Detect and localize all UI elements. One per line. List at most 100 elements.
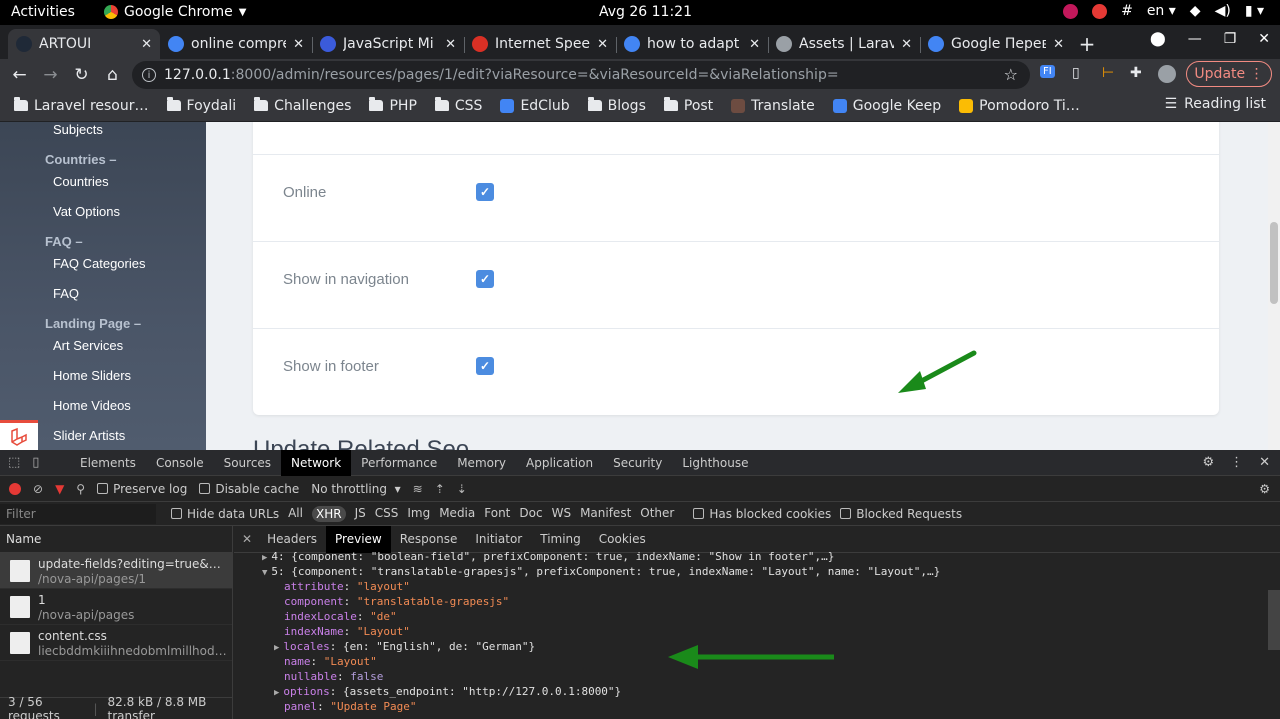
tab-close-icon[interactable]: ✕ — [141, 37, 152, 52]
devtools-tab[interactable]: Performance — [351, 450, 447, 476]
inspect-icon[interactable]: ⬚ — [8, 455, 20, 470]
app-menu[interactable]: Google Chrome ▼ — [104, 4, 246, 20]
page-scrollbar[interactable] — [1268, 122, 1280, 450]
resource-type-filter[interactable]: JS — [355, 506, 366, 522]
site-info-icon[interactable]: i — [142, 68, 156, 82]
resource-type-filter[interactable]: All — [288, 506, 303, 522]
devtools-close-icon[interactable]: ✕ — [1259, 455, 1270, 470]
browser-tab[interactable]: how to adapt j ✕ — [616, 29, 768, 59]
bookmark-item[interactable]: Post — [663, 97, 713, 114]
bookmark-item[interactable]: PHP — [369, 97, 417, 114]
json-preview-line[interactable]: panel: "Update Page" — [284, 699, 416, 714]
throttling-select[interactable]: No throttling ▾ — [311, 482, 400, 496]
json-preview-line[interactable]: name: "Layout" — [284, 654, 377, 669]
expand-triangle-icon[interactable]: ▼ — [262, 568, 267, 578]
field-checkbox[interactable]: ✓ — [476, 357, 494, 375]
json-preview-line[interactable]: nullable: false — [284, 669, 383, 684]
resource-type-filter[interactable]: Font — [484, 506, 510, 522]
activities-button[interactable]: Activities — [11, 4, 75, 20]
sidebar-item[interactable]: FAQ — [53, 286, 79, 301]
sidebar-item[interactable]: Countries — [53, 174, 109, 189]
resource-type-filter[interactable]: WS — [552, 506, 571, 522]
devtools-tab[interactable]: Lighthouse — [672, 450, 758, 476]
devtools-settings-icon[interactable]: ⚙ — [1202, 455, 1214, 470]
bookmark-item[interactable]: Blogs — [587, 97, 646, 114]
bookmark-item[interactable]: Translate — [731, 98, 815, 114]
tab-close-icon[interactable]: ✕ — [901, 37, 912, 52]
resource-type-filter[interactable]: XHR — [311, 505, 346, 522]
update-chrome-button[interactable]: Update ⋮ — [1186, 61, 1272, 87]
devtools-tab[interactable]: Network — [281, 449, 352, 476]
devtools-tab[interactable]: Security — [603, 450, 672, 476]
request-row[interactable]: 1/nova-api/pages — [0, 589, 232, 625]
sidebar-item[interactable]: Home Videos — [53, 398, 131, 413]
browser-tab[interactable]: ARTOUI ✕ — [8, 29, 160, 59]
sidebar-item[interactable]: Subjects — [53, 122, 103, 137]
sidebar-item[interactable]: Slider Artists — [53, 428, 125, 443]
close-detail-icon[interactable]: ✕ — [242, 532, 252, 546]
sidebar-item[interactable]: Vat Options — [53, 204, 120, 219]
name-column-header[interactable]: Name — [0, 526, 232, 553]
back-icon[interactable]: ← — [4, 65, 35, 85]
export-har-icon[interactable]: ⇣ — [457, 482, 467, 496]
devtools-tab[interactable]: Memory — [447, 450, 516, 476]
json-preview-line[interactable]: component: "translatable-grapesjs" — [284, 594, 509, 609]
sidebar-item[interactable]: Home Sliders — [53, 368, 131, 383]
json-preview-line[interactable]: indexLocale: "de" — [284, 609, 397, 624]
network-conditions-icon[interactable]: ≋ — [413, 482, 423, 496]
preserve-log-checkbox[interactable]: Preserve log — [97, 482, 187, 496]
devtools-tab[interactable]: Sources — [214, 450, 281, 476]
bookmark-item[interactable]: Laravel resour… — [14, 97, 149, 114]
expand-triangle-icon[interactable]: ▶ — [262, 553, 267, 563]
profile-menu-icon[interactable]: ⬤ — [1150, 31, 1166, 47]
resource-type-filter[interactable]: CSS — [375, 506, 399, 522]
clear-icon[interactable]: ⊘ — [33, 482, 43, 496]
devtools-scrollbar[interactable] — [1268, 590, 1280, 650]
record-icon[interactable] — [9, 482, 21, 495]
extension-fi-icon[interactable]: FI — [1040, 65, 1055, 78]
address-bar[interactable]: i 127.0.0.1:8000/admin/resources/pages/1… — [132, 61, 1030, 89]
expand-triangle-icon[interactable]: ▶ — [274, 688, 279, 698]
reload-icon[interactable]: ↻ — [66, 65, 97, 85]
devtools-menu-icon[interactable]: ⋮ — [1230, 455, 1243, 470]
filter-input[interactable]: Filter — [0, 503, 156, 524]
maximize-icon[interactable]: ❐ — [1224, 31, 1237, 47]
reading-list-button[interactable]: ☰ Reading list — [1165, 96, 1266, 112]
bookmark-item[interactable]: Pomodoro Ti… — [959, 98, 1080, 114]
close-window-icon[interactable]: ✕ — [1258, 31, 1270, 47]
tab-close-icon[interactable]: ✕ — [749, 37, 760, 52]
filter-icon[interactable]: ▼ — [55, 482, 64, 496]
resource-type-filter[interactable]: Manifest — [580, 506, 631, 522]
browser-tab[interactable]: Google Перев ✕ — [920, 29, 1072, 59]
bookmark-star-icon[interactable]: ☆ — [1004, 65, 1018, 84]
request-row[interactable]: content.css liecbddmkiiihnedobmlmillhodjk… — [0, 625, 232, 661]
resource-type-filter[interactable]: Doc — [519, 506, 542, 522]
tab-close-icon[interactable]: ✕ — [445, 37, 456, 52]
devtools-tab[interactable]: Elements — [70, 450, 146, 476]
request-row[interactable]: update-fields?editing=true&editM…/nova-a… — [0, 553, 232, 589]
device-icon[interactable]: ▯ — [1072, 65, 1080, 81]
sidebar-item[interactable]: Art Services — [53, 338, 123, 353]
hide-data-urls-checkbox[interactable]: Hide data URLs — [171, 507, 279, 521]
bookmark-item[interactable]: CSS — [434, 97, 482, 114]
new-tab-button[interactable]: + — [1072, 29, 1102, 59]
blocked-requests-checkbox[interactable]: Blocked Requests — [840, 507, 962, 521]
sidebar-group-heading[interactable]: Countries – — [45, 152, 117, 167]
extension-orange-icon[interactable]: ⊢ — [1102, 65, 1114, 81]
sidebar-group-heading[interactable]: Landing Page – — [45, 316, 141, 331]
system-tray[interactable]: # en ▾ ◆ ◀) ▮ ▾ — [1063, 3, 1264, 19]
expand-triangle-icon[interactable]: ▶ — [274, 643, 279, 653]
home-icon[interactable]: ⌂ — [97, 65, 128, 85]
device-toggle-icon[interactable]: ▯ — [32, 455, 39, 470]
forward-icon[interactable]: → — [35, 65, 66, 85]
browser-tab[interactable]: Internet Spee ✕ — [464, 29, 616, 59]
import-har-icon[interactable]: ⇡ — [435, 482, 445, 496]
bookmark-item[interactable]: EdClub — [500, 98, 570, 114]
resource-type-filter[interactable]: Other — [640, 506, 674, 522]
json-preview-line[interactable]: indexName: "Layout" — [284, 624, 410, 639]
browser-tab[interactable]: JavaScript Mi ✕ — [312, 29, 464, 59]
field-checkbox[interactable]: ✓ — [476, 270, 494, 288]
scrollbar-thumb[interactable] — [1270, 222, 1278, 304]
sidebar-item[interactable]: FAQ Categories — [53, 256, 146, 271]
browser-tab[interactable]: online compre ✕ — [160, 29, 312, 59]
